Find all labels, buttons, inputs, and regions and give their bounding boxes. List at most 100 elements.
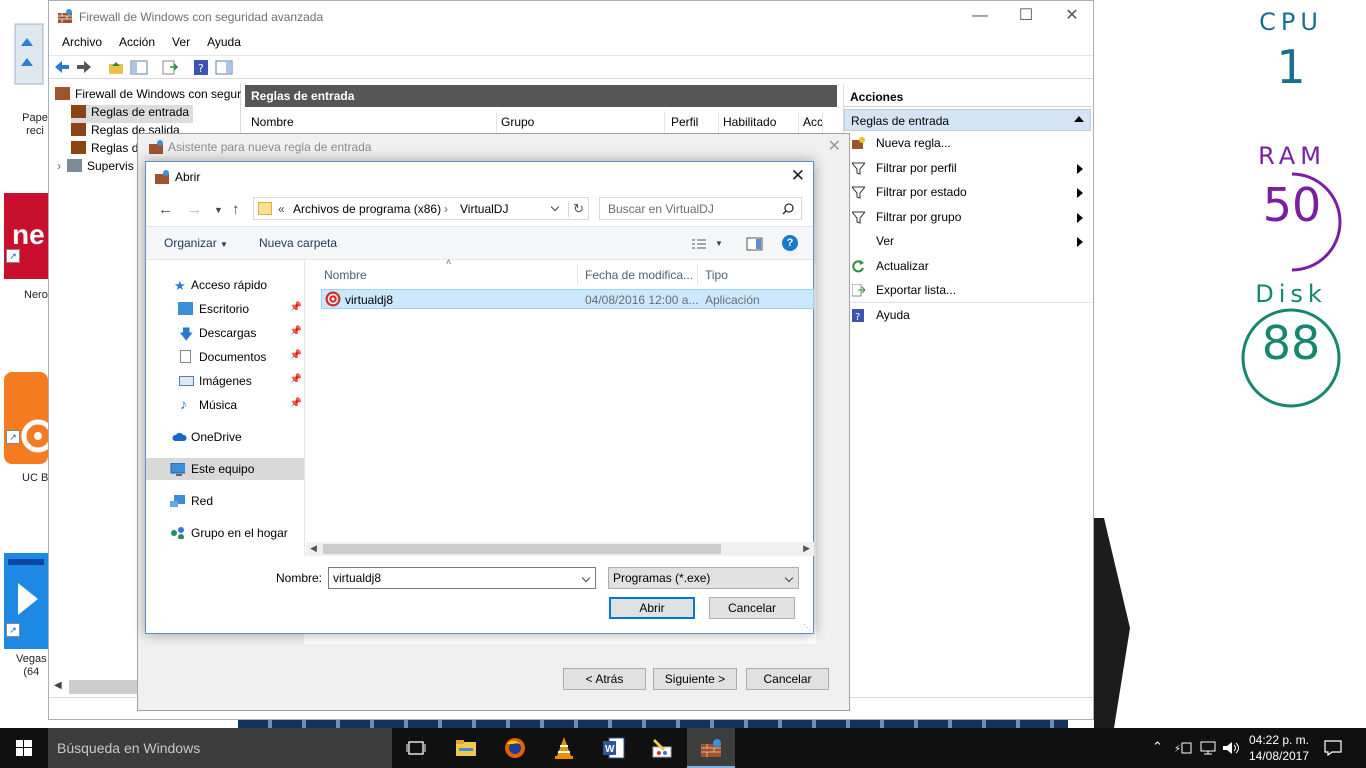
back-arrow-icon[interactable]: ←	[158, 201, 173, 218]
file-list-horizontal-scrollbar[interactable]: ◀ ▶	[306, 542, 814, 556]
address-dropdown-chevron-icon[interactable]	[550, 202, 560, 212]
action-export-list[interactable]: Exportar lista...	[844, 278, 1091, 303]
file-row-virtualdj8[interactable]: virtualdj8 04/08/2016 12:00 a... Aplicac…	[321, 289, 814, 309]
taskbar-word[interactable]: W	[590, 728, 638, 768]
tree-item-inbound-rules[interactable]: Reglas de entrada	[71, 105, 194, 123]
help-icon[interactable]: ?	[192, 59, 210, 76]
nav-music[interactable]: ♪ Música 📌	[146, 394, 304, 416]
pin-icon[interactable]: 📌	[290, 374, 302, 385]
action-center-icon[interactable]	[1324, 740, 1342, 756]
taskbar-vlc[interactable]	[540, 728, 588, 768]
network-status-icon[interactable]	[1199, 741, 1217, 755]
forward-arrow-icon[interactable]	[75, 59, 93, 76]
resize-grip-icon[interactable]: ⋱	[803, 623, 811, 632]
nav-desktop[interactable]: Escritorio 📌	[146, 298, 304, 320]
menu-accion[interactable]: Acción	[115, 33, 159, 51]
show-hide-tree-icon[interactable]	[130, 59, 148, 76]
column-header-name[interactable]: Nombre	[321, 264, 578, 286]
view-options-icon[interactable]	[691, 238, 707, 250]
breadcrumb-overflow[interactable]: «	[278, 202, 285, 216]
up-folder-icon[interactable]	[107, 59, 125, 76]
action-help[interactable]: ? Ayuda	[844, 303, 1091, 328]
tree-root[interactable]: Firewall de Windows con segur	[55, 87, 241, 105]
back-arrow-icon[interactable]	[53, 59, 71, 76]
action-new-rule[interactable]: Nueva regla...	[844, 131, 1091, 156]
maximize-button[interactable]: ☐	[1003, 5, 1049, 29]
nav-pictures[interactable]: Imágenes 📌	[146, 370, 304, 392]
action-filter-group[interactable]: Filtrar por grupo	[844, 205, 1091, 230]
scroll-left-arrow-icon[interactable]: ◀	[54, 680, 62, 691]
input-language-icon[interactable]: ⚡	[1174, 741, 1192, 755]
nav-homegroup[interactable]: Grupo en el hogar	[146, 522, 304, 544]
nav-this-pc[interactable]: Este equipo	[146, 458, 304, 480]
column-header-name[interactable]: Nombre	[251, 111, 497, 133]
collapse-arrow-icon[interactable]	[1074, 116, 1084, 122]
recent-locations-chevron-icon[interactable]: ▼	[214, 205, 223, 215]
back-button[interactable]: < Atrás	[563, 668, 646, 690]
menu-archivo[interactable]: Archivo	[58, 33, 106, 51]
desktop-icon-recycle-bin[interactable]: Pape reci	[4, 6, 50, 137]
breadcrumb-program-files[interactable]: Archivos de programa (x86)	[293, 202, 441, 216]
wizard-cancel-button[interactable]: Cancelar	[746, 668, 829, 690]
dialog-close-button[interactable]: ✕	[791, 166, 805, 186]
volume-icon[interactable]	[1222, 741, 1240, 755]
taskbar-search-box[interactable]: Búsqueda en Windows	[48, 728, 392, 768]
cancel-button[interactable]: Cancelar	[709, 597, 795, 619]
column-header-profile[interactable]: Perfil	[671, 111, 719, 133]
nav-network[interactable]: Red	[146, 490, 304, 512]
wizard-close-button[interactable]: ✕	[828, 136, 841, 156]
breadcrumb-virtualdj[interactable]: VirtualDJ	[460, 202, 508, 216]
nav-quick-access[interactable]: ★ Acceso rápido	[146, 274, 304, 296]
help-icon[interactable]: ?	[782, 235, 798, 251]
taskbar-firefox[interactable]	[491, 728, 539, 768]
action-filter-profile[interactable]: Filtrar por perfil	[844, 156, 1091, 181]
desktop-icon-nero[interactable]: ne ↗ Nero	[4, 193, 50, 301]
actions-section-inbound-rules[interactable]: Reglas de entrada	[844, 109, 1091, 131]
search-input[interactable]: Buscar en VirtualDJ	[599, 197, 802, 220]
taskbar-file-explorer[interactable]	[442, 728, 490, 768]
filename-input[interactable]: virtualdj8	[328, 567, 596, 589]
up-arrow-icon[interactable]: ↑	[232, 201, 240, 218]
scroll-right-arrow-icon[interactable]: ▶	[803, 543, 810, 554]
close-button[interactable]: ✕	[1049, 5, 1095, 29]
show-action-pane-icon[interactable]	[215, 59, 233, 76]
new-folder-button[interactable]: Nueva carpeta	[259, 236, 337, 250]
preview-pane-icon[interactable]	[746, 237, 763, 251]
menu-ver[interactable]: Ver	[168, 33, 194, 51]
forward-arrow-icon[interactable]: →	[187, 201, 202, 218]
nav-documents[interactable]: Documentos 📌	[146, 346, 304, 368]
column-header-group[interactable]: Grupo	[501, 111, 665, 133]
taskbar-clock[interactable]: 04:22 p. m. 14/08/2017	[1246, 732, 1312, 764]
start-button[interactable]	[0, 728, 48, 768]
minimize-button[interactable]: —	[957, 5, 1003, 29]
action-view[interactable]: Ver	[844, 229, 1091, 254]
task-view-button[interactable]	[392, 728, 440, 768]
show-hidden-icons-chevron-icon[interactable]: ⌃	[1152, 739, 1163, 755]
pin-icon[interactable]: 📌	[290, 398, 302, 409]
expand-chevron-icon[interactable]: ›	[57, 159, 67, 173]
pin-icon[interactable]: 📌	[290, 326, 302, 337]
pin-icon[interactable]: 📌	[290, 302, 302, 313]
column-header-type[interactable]: Tipo	[702, 264, 814, 286]
column-header-action[interactable]: Acc	[803, 111, 823, 133]
scroll-left-arrow-icon[interactable]: ◀	[310, 543, 317, 554]
firewall-titlebar[interactable]: Firewall de Windows con seguridad avanza…	[49, 1, 1093, 33]
tree-horizontal-scrollbar[interactable]	[69, 680, 139, 694]
nav-onedrive[interactable]: OneDrive	[146, 426, 304, 448]
taskbar-firewall[interactable]	[687, 728, 735, 768]
export-list-icon[interactable]	[161, 59, 179, 76]
desktop-icon-uc-browser[interactable]: ↗ UC B	[4, 372, 55, 484]
file-type-select[interactable]: Programas (*.exe)	[608, 567, 799, 589]
action-filter-state[interactable]: Filtrar por estado	[844, 180, 1091, 205]
nav-downloads[interactable]: 🡇 Descargas 📌	[146, 322, 304, 344]
tree-item-connection-rules[interactable]: Reglas d	[71, 141, 138, 159]
address-bar[interactable]: « Archivos de programa (x86) › VirtualDJ…	[253, 197, 589, 220]
menu-ayuda[interactable]: Ayuda	[203, 33, 245, 51]
open-button[interactable]: Abrir	[609, 597, 695, 619]
view-dropdown-arrow-icon[interactable]: ▼	[715, 239, 723, 248]
desktop-icon-vegas[interactable]: ↗ Vegas (64	[4, 553, 50, 678]
column-header-date[interactable]: Fecha de modifica...	[582, 264, 698, 286]
tree-item-monitoring[interactable]: › Supervis	[57, 159, 134, 177]
filename-dropdown-chevron-icon[interactable]	[581, 573, 591, 583]
pin-icon[interactable]: 📌	[290, 350, 302, 361]
